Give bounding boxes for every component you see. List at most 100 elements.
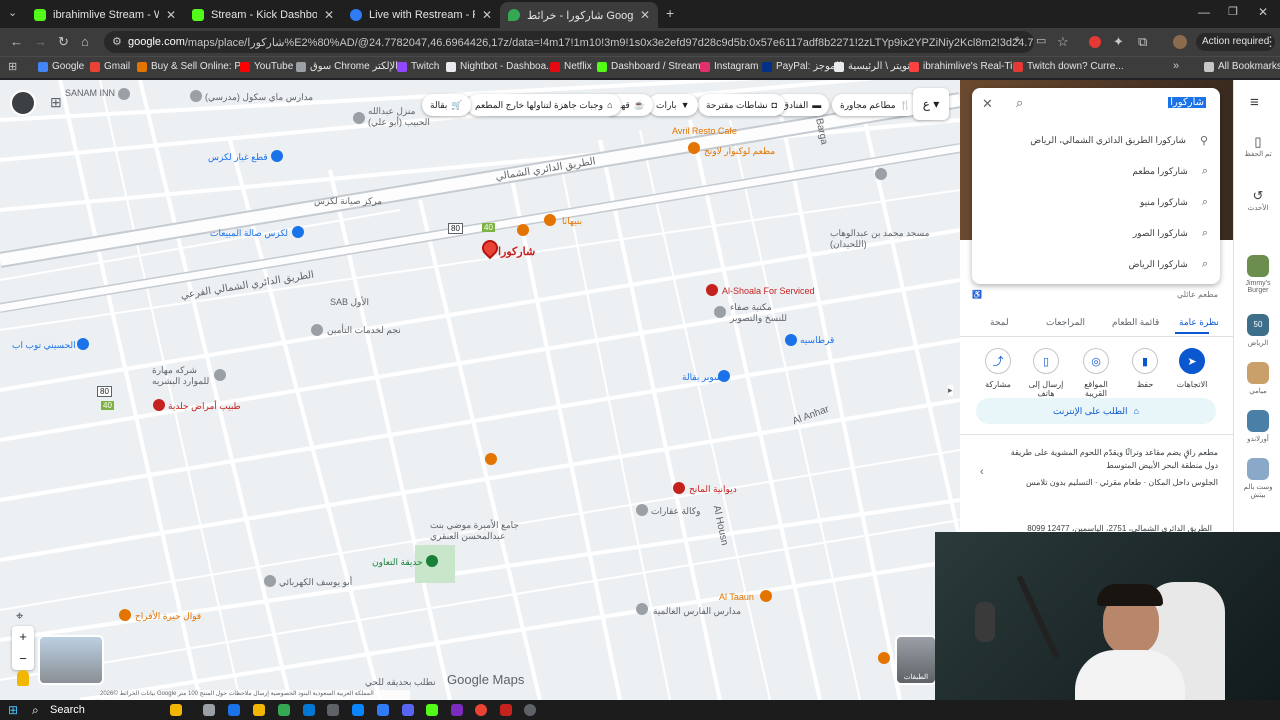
suggestion-item[interactable]: شاركورا منيو ⌕: [1140, 196, 1208, 209]
place-category[interactable]: مطعم عائلي: [1177, 290, 1218, 299]
apps-grid-icon[interactable]: ⊞: [50, 94, 62, 111]
reload-icon[interactable]: ↻: [58, 34, 69, 50]
extensions-puzzle-icon[interactable]: ⧉: [1138, 34, 1147, 50]
bookmark-item[interactable]: ibrahimlive's Real-Ti...: [909, 61, 1021, 72]
poi-restaurant-icon[interactable]: [485, 453, 497, 465]
account-avatar[interactable]: [10, 90, 36, 116]
all-bookmarks-button[interactable]: All Bookmarks: [1204, 61, 1280, 72]
bookmark-item[interactable]: Twitch: [397, 61, 439, 72]
share-button[interactable]: ⤴ مشاركة: [978, 348, 1018, 389]
language-toggle[interactable]: ع ▾: [913, 88, 949, 120]
bookmark-item[interactable]: Instagram: [700, 61, 758, 72]
chrome-icon[interactable]: [475, 704, 487, 716]
poi-print-icon[interactable]: [714, 306, 726, 318]
poi-hotel-icon[interactable]: [118, 88, 130, 100]
close-tab-icon[interactable]: ✕: [640, 8, 650, 22]
minimize-icon[interactable]: —: [1198, 5, 1210, 19]
poi-restaurant-icon[interactable]: [878, 652, 890, 664]
poi-school-icon[interactable]: [190, 90, 202, 102]
send-to-phone-button[interactable]: ▯ إرسال إلى هاتف: [1026, 348, 1066, 398]
bookmark-item[interactable]: تويتر \ الرئيسية: [834, 61, 910, 72]
obs-icon[interactable]: [524, 704, 536, 716]
suggestion-item[interactable]: شاركورا الرياض ⌕: [1129, 258, 1208, 271]
extension-icon[interactable]: ✦: [1113, 34, 1124, 50]
chip-activities[interactable]: نشاطات مقترحة ◘: [698, 94, 786, 116]
close-tab-icon[interactable]: ✕: [324, 8, 334, 22]
cast-icon[interactable]: ▭: [1036, 34, 1046, 47]
close-tab-icon[interactable]: ✕: [166, 8, 176, 22]
poi-shop-icon[interactable]: [271, 150, 283, 162]
poi-mosque-icon[interactable]: [875, 168, 887, 180]
poi-restaurant-icon[interactable]: [760, 590, 772, 602]
bookmark-item[interactable]: YouTube: [240, 61, 293, 72]
map-canvas[interactable]: مطاعم مجاورة 🍴 الفنادق ▬ نشاطات مقترحة ◘ با…: [0, 80, 960, 700]
recent-place[interactable]: Jimmy's Burger: [1240, 255, 1276, 294]
windows-start-icon[interactable]: ⊞: [8, 703, 18, 717]
zoom-out-button[interactable]: −: [12, 648, 34, 670]
forward-icon[interactable]: →: [34, 34, 47, 49]
recent-place[interactable]: ميامي: [1240, 362, 1276, 395]
poi-realestate-icon[interactable]: [636, 504, 648, 516]
poi-restaurant-icon[interactable]: [688, 142, 700, 154]
tab-overview[interactable]: نظرة عامة: [1179, 317, 1219, 328]
layers-button[interactable]: الطبقات: [895, 635, 937, 685]
tab-about[interactable]: لمحة: [990, 317, 1009, 328]
tab-search-icon[interactable]: ⌄: [8, 6, 17, 19]
app-icon[interactable]: [327, 704, 339, 716]
bookmark-item[interactable]: Google: [38, 61, 84, 72]
search-icon[interactable]: ⌕: [1016, 95, 1023, 111]
close-tab-icon[interactable]: ✕: [482, 8, 492, 22]
app-icon[interactable]: [377, 704, 389, 716]
poi-coffee-icon[interactable]: [517, 224, 529, 236]
poi-restaurant-icon[interactable]: [544, 214, 556, 226]
restore-icon[interactable]: ❐: [1228, 5, 1238, 18]
bookmark-item[interactable]: Buy & Sell Online: P...: [137, 61, 248, 72]
poi-shop-icon[interactable]: [785, 334, 797, 346]
app-icon[interactable]: [303, 704, 315, 716]
chip-takeout[interactable]: وجبات جاهزة لتناولها خارج المطعم ⌂: [467, 94, 621, 116]
hamburger-menu-icon[interactable]: ≡: [1250, 94, 1259, 111]
app-icon[interactable]: [426, 704, 438, 716]
tab-menu[interactable]: قائمة الطعام: [1112, 317, 1159, 328]
bookmark-item[interactable]: Netflix: [550, 61, 592, 72]
poi-service-icon[interactable]: [706, 284, 718, 296]
app-icon[interactable]: [451, 704, 463, 716]
location-icon[interactable]: ⌖: [1014, 34, 1020, 47]
bookmark-item[interactable]: Gmail: [90, 61, 130, 72]
widgets-icon[interactable]: [170, 704, 182, 716]
apps-grid-icon[interactable]: ⊞: [8, 60, 17, 73]
close-search-icon[interactable]: ✕: [982, 96, 993, 112]
recent-place[interactable]: وست بالم بيتش: [1240, 458, 1276, 499]
poi-office-icon[interactable]: [311, 324, 323, 336]
collapse-panel-icon[interactable]: ▸: [948, 385, 953, 396]
home-icon[interactable]: ⌂: [81, 34, 89, 49]
new-tab-icon[interactable]: +: [666, 5, 674, 21]
address-bar[interactable]: ⚙ google.com/maps/place/شاركورا%E2%80%AD…: [104, 31, 1034, 53]
search-icon[interactable]: ⌕: [32, 703, 39, 718]
tab-reviews[interactable]: المراجعات: [1046, 317, 1085, 328]
site-info-icon[interactable]: ⚙: [112, 35, 122, 48]
discord-icon[interactable]: [402, 704, 414, 716]
edge-icon[interactable]: [352, 704, 364, 716]
chip-bars[interactable]: بارات ▼: [648, 94, 698, 116]
task-view-icon[interactable]: [203, 704, 215, 716]
app-icon[interactable]: [500, 704, 512, 716]
search-input[interactable]: شاركورا: [1168, 97, 1206, 108]
poi-restaurant-icon[interactable]: [119, 609, 131, 621]
pin-label[interactable]: شاركورا: [498, 245, 535, 258]
save-button[interactable]: ▮ حفظ: [1125, 348, 1165, 389]
bookmark-item[interactable]: Nightbot - Dashboa...: [446, 61, 555, 72]
recent-place[interactable]: أورلاندو: [1240, 410, 1276, 443]
poi-shop-icon[interactable]: [264, 575, 276, 587]
poi-medical-icon[interactable]: [153, 399, 165, 411]
bookmark-item[interactable]: PayPal: الموجز: [762, 61, 842, 72]
bookmark-star-icon[interactable]: ☆: [1057, 34, 1069, 50]
poi-shop-icon[interactable]: [77, 338, 89, 350]
back-icon[interactable]: ←: [10, 34, 23, 49]
close-window-icon[interactable]: ✕: [1258, 5, 1268, 19]
suggestion-item[interactable]: شاركورا الطريق الدائري الشمالي، الرياض ⚲: [1030, 134, 1208, 147]
tab-kick-watch[interactable]: ibrahimlive Stream - Watch Live ✕: [26, 2, 184, 28]
tab-google-maps[interactable]: شاركورا - خرائط Google ✕: [500, 2, 658, 28]
recents-button[interactable]: ↺ الأحدث: [1240, 188, 1276, 212]
file-explorer-icon[interactable]: [253, 704, 265, 716]
